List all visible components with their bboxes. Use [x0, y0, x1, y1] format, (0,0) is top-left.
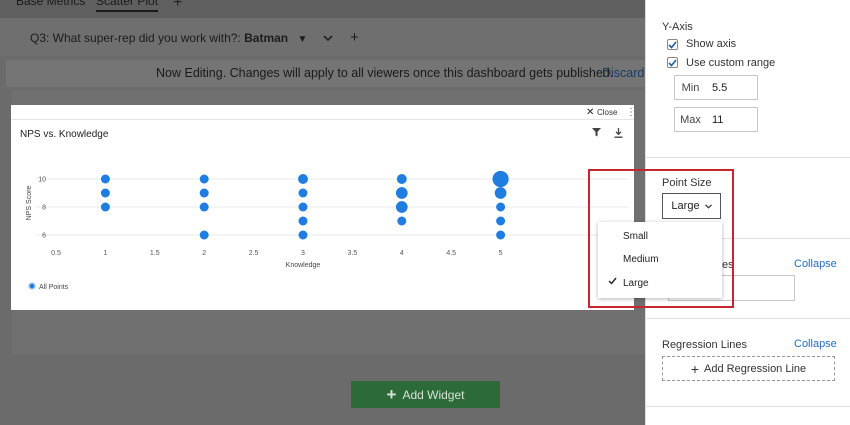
chart-gridlines [36, 178, 629, 236]
data-point[interactable] [395, 201, 408, 213]
data-point[interactable] [396, 174, 407, 184]
section-divider [646, 406, 850, 407]
y-tick-label: 6 [42, 233, 46, 240]
x-tick-label: 1.5 [150, 250, 160, 257]
plus-icon: + [386, 384, 397, 404]
add-widget-label: Add Widget [402, 387, 465, 402]
data-point[interactable] [496, 230, 506, 240]
y-tick-labels: 6 8 10 [38, 177, 46, 240]
add-filter-icon[interactable]: + [350, 29, 359, 46]
chevron-down-icon[interactable]: ▼ [297, 34, 307, 45]
tab-base-metrics[interactable]: Base Metrics [16, 0, 85, 8]
x-tick-label: 3 [301, 250, 305, 257]
chart-points [100, 170, 509, 240]
y-tick-label: 8 [42, 205, 46, 212]
chevron-down-icon[interactable] [323, 31, 336, 45]
custom-range-checkbox[interactable] [667, 57, 678, 68]
y-axis-heading: Y-Axis [662, 21, 693, 33]
section-divider [646, 318, 850, 319]
data-point[interactable] [298, 174, 308, 184]
show-axis-label: Show axis [686, 38, 737, 50]
discard-link[interactable]: Discard [602, 66, 644, 80]
show-axis-checkbox[interactable] [667, 39, 678, 50]
data-point[interactable] [298, 230, 308, 240]
add-tab-icon[interactable]: + [173, 0, 182, 11]
min-label: Min [674, 75, 707, 100]
legend-marker[interactable] [28, 282, 36, 290]
y-axis-label: NPS Score [26, 186, 33, 221]
x-tick-label: 3.5 [348, 250, 358, 257]
data-point[interactable] [100, 202, 110, 212]
regression-collapse-link[interactable]: Collapse [794, 338, 837, 350]
data-point[interactable] [298, 188, 308, 198]
custom-range-label: Use custom range [686, 57, 776, 69]
regression-heading: Regression Lines [662, 339, 747, 351]
section-divider [646, 157, 850, 158]
data-point[interactable] [298, 202, 308, 212]
data-point[interactable] [100, 188, 110, 198]
filter-value: Batman [244, 31, 289, 45]
data-point[interactable] [100, 174, 110, 184]
data-point[interactable] [199, 188, 209, 198]
x-tick-label: 4.5 [446, 250, 456, 257]
max-label: Max [674, 107, 707, 132]
annotation-highlight-box [588, 169, 734, 308]
add-widget-button[interactable]: + Add Widget [351, 381, 500, 408]
x-tick-label: 4 [400, 250, 404, 257]
x-tick-labels: 0.5 1 1.5 2 2.5 3 3.5 4 4.5 5 [51, 250, 503, 257]
data-point[interactable] [397, 216, 407, 226]
legend-label[interactable]: All Points [39, 284, 69, 291]
max-input[interactable]: 11 [706, 107, 758, 132]
y-tick-label: 10 [38, 177, 46, 184]
x-tick-label: 5 [499, 250, 503, 257]
data-point[interactable] [494, 187, 507, 199]
data-point[interactable] [199, 174, 209, 184]
x-tick-label: 1 [103, 250, 107, 257]
x-tick-label: 0.5 [51, 250, 61, 257]
x-tick-label: 2.5 [249, 250, 259, 257]
x-tick-label: 2 [202, 250, 206, 257]
tab-scatter-plot[interactable]: Scatter Plot [96, 0, 159, 12]
scatter-chart: 0.5 1 1.5 2 2.5 3 3.5 4 4.5 5 6 8 10 Knowledge NPS … [26, 170, 629, 291]
data-point[interactable] [496, 202, 506, 212]
data-point[interactable] [199, 230, 209, 240]
plus-icon: + [690, 360, 700, 377]
filter-question: Q3: What super-rep did you work with?: [30, 31, 241, 45]
add-regression-button[interactable]: + Add Regression Line [662, 356, 835, 381]
collapse-link[interactable]: Collapse [794, 258, 837, 270]
data-point[interactable] [492, 170, 509, 188]
data-point[interactable] [199, 202, 209, 212]
data-point[interactable] [395, 187, 408, 199]
data-point[interactable] [496, 216, 506, 226]
filter-control[interactable]: Q3: What super-rep did you work with?: B… [30, 29, 359, 46]
add-regression-label: Add Regression Line [704, 362, 807, 375]
x-axis-label: Knowledge [286, 262, 321, 269]
data-point[interactable] [298, 216, 308, 226]
edit-banner-text: Now Editing. Changes will apply to all v… [156, 66, 614, 80]
min-input[interactable]: 5.5 [706, 75, 758, 100]
